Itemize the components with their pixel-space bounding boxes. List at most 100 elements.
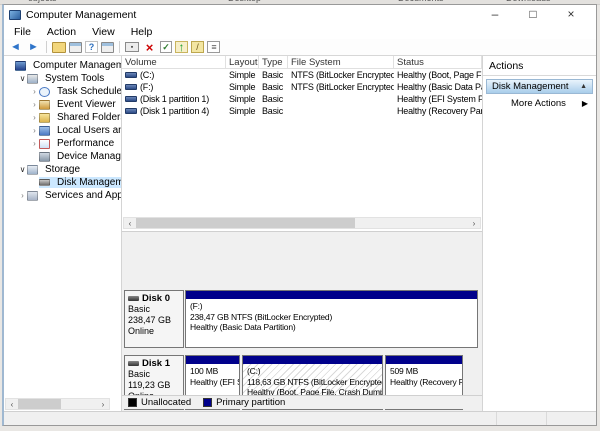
disk-name: Disk 0 [128, 293, 180, 304]
volume-list-header: VolumeLayoutTypeFile SystemStatus [122, 56, 482, 69]
disk-icon [128, 361, 139, 366]
disk-label[interactable]: Disk 0Basic238,47 GBOnline [124, 290, 184, 348]
help-icon[interactable]: ? [85, 41, 98, 53]
close-button[interactable]: × [552, 5, 590, 24]
table-row[interactable]: (Disk 1 partition 1)SimpleBasicHealthy (… [122, 93, 482, 105]
cell-text: Basic [262, 70, 283, 80]
scroll-left-icon[interactable]: ‹ [124, 218, 136, 228]
legend-item: Unallocated [128, 397, 191, 408]
sidebar-item-services-and-applications[interactable]: ›Services and Applications [4, 189, 121, 202]
sidebar-item-computer-management-local[interactable]: Computer Management (Local [4, 59, 121, 72]
sidebar-item-system-tools[interactable]: ∨System Tools [4, 72, 121, 85]
tree-item-label: Task Scheduler [54, 86, 122, 97]
export-list-icon[interactable] [52, 42, 66, 53]
cell-text: Healthy (Boot, Page File, Crash Dump, Ba… [397, 70, 482, 80]
sidebar-item-performance[interactable]: ›Performance [4, 137, 121, 150]
table-row[interactable]: (F:)SimpleBasicNTFS (BitLocker Encrypted… [122, 81, 482, 93]
sidebar-item-disk-management[interactable]: Disk Management [4, 176, 121, 189]
minimize-button[interactable]: – [476, 5, 514, 24]
tree-item-label: Shared Folders [54, 112, 122, 123]
toolbar-separator [119, 41, 120, 53]
sidebar-item-storage[interactable]: ∨ Storage [4, 163, 121, 176]
sidebar-item-device-manager[interactable]: Device Manager [4, 150, 121, 163]
legend-swatch [128, 398, 137, 407]
cell-text: Simple [229, 82, 255, 92]
column-header-type[interactable]: Type [259, 56, 288, 68]
tree-item-body: System Tools [27, 73, 107, 84]
disk-management-view: VolumeLayoutTypeFile SystemStatus (C:) Si… [122, 56, 482, 411]
partition-color-bar [386, 356, 462, 364]
chevron-collapsed-icon[interactable]: › [30, 100, 39, 109]
partition-info: (F:)238,47 GB NTFS (BitLocker Encrypted)… [186, 299, 477, 347]
disk-name-text: Disk 0 [142, 293, 170, 304]
column-header-status[interactable]: Status [394, 56, 482, 68]
edit-icon[interactable]: / [191, 41, 204, 53]
sidebar-item-task-scheduler[interactable]: › Task Scheduler [4, 85, 121, 98]
more-actions-item[interactable]: More Actions ▶ [483, 94, 596, 109]
scroll-left-icon[interactable]: ‹ [6, 399, 18, 409]
actions-disk-management-section[interactable]: Disk Management ▲ [486, 79, 593, 94]
move-up-icon[interactable]: ↑ [175, 41, 188, 53]
console-window-icon[interactable] [69, 42, 82, 53]
menu-item-help[interactable]: Help [123, 25, 161, 39]
partition-size-line: 118,63 GB NTFS (BitLocker Encrypted) [247, 377, 378, 388]
forward-icon[interactable]: ► [26, 40, 41, 54]
maximize-button[interactable]: □ [514, 5, 552, 24]
sidebar-item-local-users-and-groups[interactable]: ›Local Users and Groups [4, 124, 121, 137]
chevron-collapsed-icon[interactable]: › [30, 87, 39, 96]
partitions-container: (F:)238,47 GB NTFS (BitLocker Encrypted)… [185, 290, 480, 348]
partition-color-bar [186, 356, 239, 364]
users-icon [39, 126, 50, 136]
scroll-right-icon[interactable]: › [97, 399, 109, 409]
actions-section-label: Disk Management [492, 81, 569, 92]
tree-item-body: Device Manager [39, 151, 122, 162]
cell-layout: Simple [226, 70, 259, 80]
delete-icon[interactable]: × [142, 40, 157, 54]
volume-list-horizontal-scrollbar[interactable]: ‹ › [123, 217, 481, 229]
cell-file_system: NTFS (BitLocker Encrypted) [288, 70, 394, 80]
cell-text: (C:) [140, 70, 154, 80]
partition-f[interactable]: (F:)238,47 GB NTFS (BitLocker Encrypted)… [185, 290, 478, 348]
menu-item-view[interactable]: View [84, 25, 123, 39]
sidebar-item-event-viewer[interactable]: ›Event Viewer [4, 98, 121, 111]
menu-item-action[interactable]: Action [39, 25, 84, 39]
tree-item-label: Storage [42, 164, 83, 175]
disk-kind: Basic [128, 369, 180, 380]
tree-item-body: Local Users and Groups [39, 125, 122, 136]
chevron-expanded-icon[interactable]: ∨ [18, 165, 27, 174]
graphical-disk-view: Disk 0Basic238,47 GBOnline(F:)238,47 GB … [122, 231, 482, 411]
partition-letter: (F:) [190, 301, 473, 312]
show-console-tree-icon[interactable] [101, 42, 114, 53]
table-row[interactable]: (C:) SimpleBasic NTFS (BitLocker Encrypted… [122, 69, 482, 81]
system-tools-icon [27, 74, 38, 84]
partition-color-bar [186, 291, 477, 299]
scroll-right-icon[interactable]: › [468, 218, 480, 228]
chevron-collapsed-icon[interactable]: › [18, 191, 27, 200]
collapse-section-icon[interactable]: ▲ [580, 83, 587, 90]
properties-icon[interactable]: ≡ [207, 41, 220, 53]
check-document-icon[interactable]: ✓ [160, 41, 172, 53]
popout-icon[interactable]: ▪ [125, 42, 139, 52]
sidebar-item-shared-folders[interactable]: › Shared Folders [4, 111, 121, 124]
partition-status-line: Healthy (EFI Sy [190, 377, 235, 388]
disk-size: 119,23 GB [128, 380, 180, 391]
background-folder-item: Documents [398, 0, 444, 3]
chevron-expanded-icon[interactable]: ∨ [18, 74, 27, 83]
chevron-collapsed-icon[interactable]: › [30, 113, 39, 122]
column-header-file-system[interactable]: File System [288, 56, 394, 68]
table-row[interactable]: (Disk 1 partition 4)SimpleBasicHealthy (… [122, 105, 482, 117]
volume-icon [125, 84, 137, 90]
back-icon[interactable]: ◄ [8, 40, 23, 54]
cell-text: Simple [229, 106, 255, 116]
tree-item-label: Computer Management (Local [30, 60, 122, 71]
status-bar [4, 411, 596, 425]
cell-status: Healthy (EFI System Partition) [394, 94, 482, 104]
console-tree: Computer Management (Local∨System Tools›… [4, 56, 121, 202]
column-header-volume[interactable]: Volume [122, 56, 226, 68]
cell-layout: Simple [226, 82, 259, 92]
chevron-collapsed-icon[interactable]: › [30, 139, 39, 148]
column-header-layout[interactable]: Layout [226, 56, 259, 68]
chevron-collapsed-icon[interactable]: › [30, 126, 39, 135]
tree-horizontal-scrollbar[interactable]: ‹ › [5, 398, 110, 410]
menu-item-file[interactable]: File [6, 25, 39, 39]
